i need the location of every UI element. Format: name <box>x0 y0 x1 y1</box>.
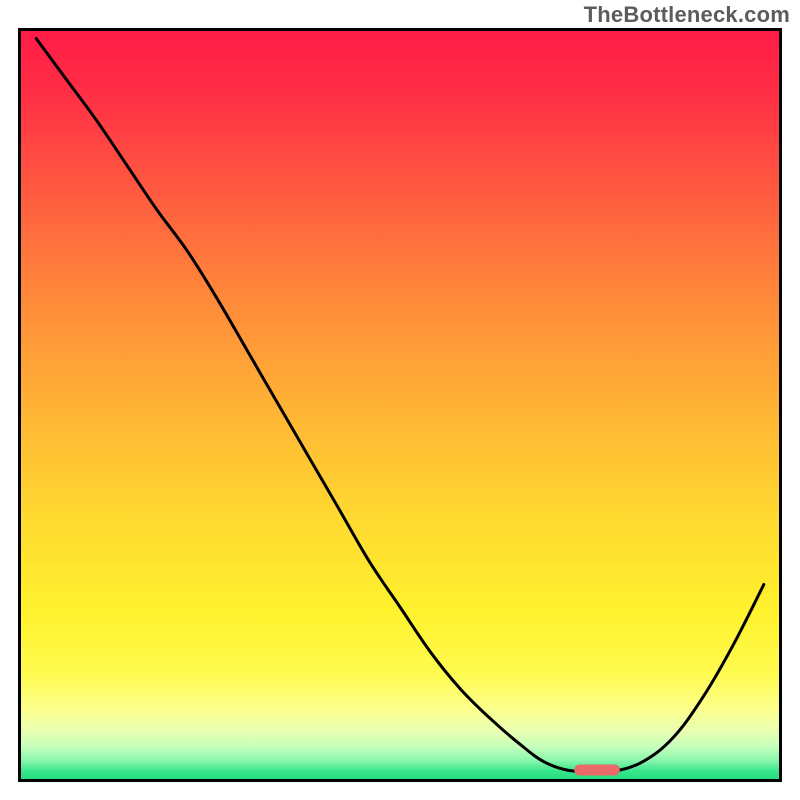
watermark-text: TheBottleneck.com <box>584 2 790 28</box>
chart-container: TheBottleneck.com <box>0 0 800 800</box>
plot-background-gradient <box>21 31 779 779</box>
plot-frame <box>18 28 782 782</box>
